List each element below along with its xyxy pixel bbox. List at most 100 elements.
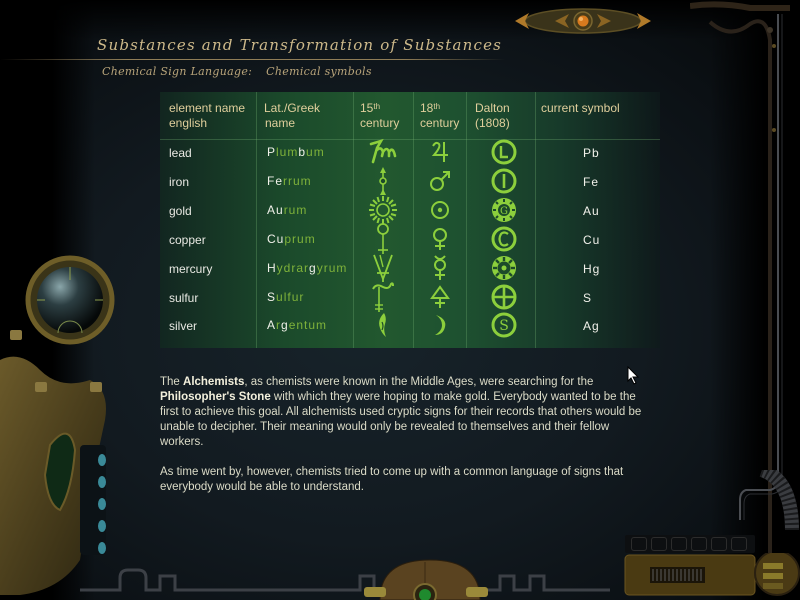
latin-letters: rum — [283, 203, 308, 217]
header-sup: th — [373, 102, 381, 111]
breadcrumb-topic: Chemical symbols — [266, 65, 372, 78]
bottom-right-machine — [624, 553, 800, 596]
latin-letters: yrum — [316, 261, 348, 275]
latin-symbol-letters: A — [267, 318, 277, 332]
column-divider — [466, 92, 467, 348]
latin-symbol-letters: Fe — [267, 174, 284, 188]
latin-symbol-letters: S — [267, 290, 277, 304]
svg-text:S: S — [499, 318, 509, 334]
navigation-bar — [625, 535, 755, 553]
column-divider — [256, 92, 257, 348]
header-line: name — [265, 116, 296, 130]
cell-english-name: lead — [169, 146, 192, 160]
column-header-latin: Lat./Greek name — [264, 101, 320, 131]
paragraph: As time went by, however, chemists tried… — [160, 466, 624, 493]
cell-english-name: sulfur — [169, 291, 199, 305]
latin-symbol-letters: H — [267, 261, 277, 275]
text: , as chemists were known in the Middle A… — [244, 376, 594, 388]
title-divider — [0, 59, 505, 60]
nav-button-3[interactable] — [671, 537, 687, 551]
text: The — [160, 376, 184, 388]
iron-15th-century-icon — [365, 167, 401, 195]
sun-circle-dot-icon — [422, 196, 458, 224]
latin-symbol-letters: b — [298, 145, 307, 159]
page-title: Substances and Transformation of Substan… — [97, 36, 503, 54]
latin-letters: ulfur — [276, 290, 305, 304]
nav-button-4[interactable] — [691, 537, 707, 551]
dalton-star-icon — [486, 254, 522, 282]
mars-icon — [422, 167, 458, 195]
cell-latin-name: Hydrargyrum — [267, 261, 347, 275]
venus-icon — [422, 225, 458, 253]
paragraph: The Alchemists, as chemists were known i… — [160, 375, 650, 450]
term-philosophers-stone: Philosopher's Stone — [160, 391, 271, 403]
cell-english-name: copper — [169, 233, 206, 247]
mouse-cursor — [627, 366, 640, 385]
column-divider — [353, 92, 354, 348]
nav-button-1[interactable] — [631, 537, 647, 551]
latin-symbol-letters: Cu — [267, 232, 285, 246]
cell-latin-name: Cuprum — [267, 232, 316, 246]
cell-latin-name: Plumbum — [267, 145, 325, 159]
dalton-G-icon: G — [486, 196, 522, 224]
cell-latin-name: Argentum — [267, 318, 327, 332]
cell-current-symbol: Fe — [583, 175, 600, 189]
dalton-S-icon: S — [486, 311, 522, 339]
svg-text:G: G — [500, 206, 508, 217]
latin-symbol-letters: P — [267, 145, 277, 159]
sun-rays-icon — [365, 196, 401, 224]
cell-current-symbol: Pb — [583, 146, 600, 160]
mercury-icon — [422, 254, 458, 282]
cell-latin-name: Aurum — [267, 203, 307, 217]
nav-button-6[interactable] — [731, 537, 747, 551]
column-header-18th: 18th century — [420, 101, 459, 131]
latin-letters: entum — [288, 318, 328, 332]
header-line: (1808) — [475, 116, 510, 130]
header-divider — [160, 139, 660, 140]
jupiter-icon — [422, 138, 458, 166]
dalton-L-icon — [486, 138, 522, 166]
cell-current-symbol: Ag — [583, 319, 600, 333]
mercury-15th-century-icon — [365, 254, 401, 282]
nav-button-5[interactable] — [711, 537, 727, 551]
header-line: element name — [169, 101, 246, 115]
column-header-dalton: Dalton (1808) — [475, 101, 510, 131]
column-header-15th: 15th century — [360, 101, 399, 131]
dalton-cross-circle-icon — [486, 283, 522, 311]
description-text: The Alchemists, as chemists were known i… — [160, 375, 650, 510]
latin-letters: ydrar — [276, 261, 310, 275]
header-line: current symbol — [541, 101, 620, 115]
coiled-pipe — [759, 470, 799, 531]
cell-current-symbol: S — [583, 291, 593, 305]
nav-button-2[interactable] — [651, 537, 667, 551]
cell-latin-name: Ferrum — [267, 174, 312, 188]
crescent-moon-icon — [422, 311, 458, 339]
cell-english-name: silver — [169, 319, 198, 333]
latin-symbol-letters: g — [309, 261, 317, 275]
header-sup: th — [433, 102, 441, 111]
copper-15th-century-icon — [365, 223, 401, 254]
column-divider — [535, 92, 536, 348]
dalton-I-icon — [486, 167, 522, 195]
header-line: 18 — [420, 101, 434, 115]
top-ornament — [515, 8, 651, 34]
header-line: 15 — [360, 101, 374, 115]
sulfur-15th-century-icon — [365, 282, 401, 312]
cell-current-symbol: Au — [583, 204, 600, 218]
latin-symbol-letters: g — [281, 318, 289, 332]
cell-english-name: iron — [169, 175, 190, 189]
column-header-english: element name english — [169, 101, 245, 131]
cell-latin-name: Sulfur — [267, 290, 304, 304]
header-line: Dalton — [475, 101, 510, 115]
moon-15th-century-icon — [365, 311, 401, 339]
header-line: century — [360, 116, 400, 130]
term-alchemists: Alchemists — [183, 376, 245, 388]
latin-letters: um — [306, 145, 325, 159]
breadcrumb-section: Chemical Sign Language: — [102, 65, 253, 78]
header-line: Lat./Greek — [264, 101, 321, 115]
latin-letters: lum — [276, 145, 299, 159]
header-line: century — [420, 116, 460, 130]
cell-current-symbol: Cu — [583, 233, 601, 247]
lead-15th-century-icon — [365, 138, 401, 166]
cell-english-name: mercury — [169, 262, 213, 276]
